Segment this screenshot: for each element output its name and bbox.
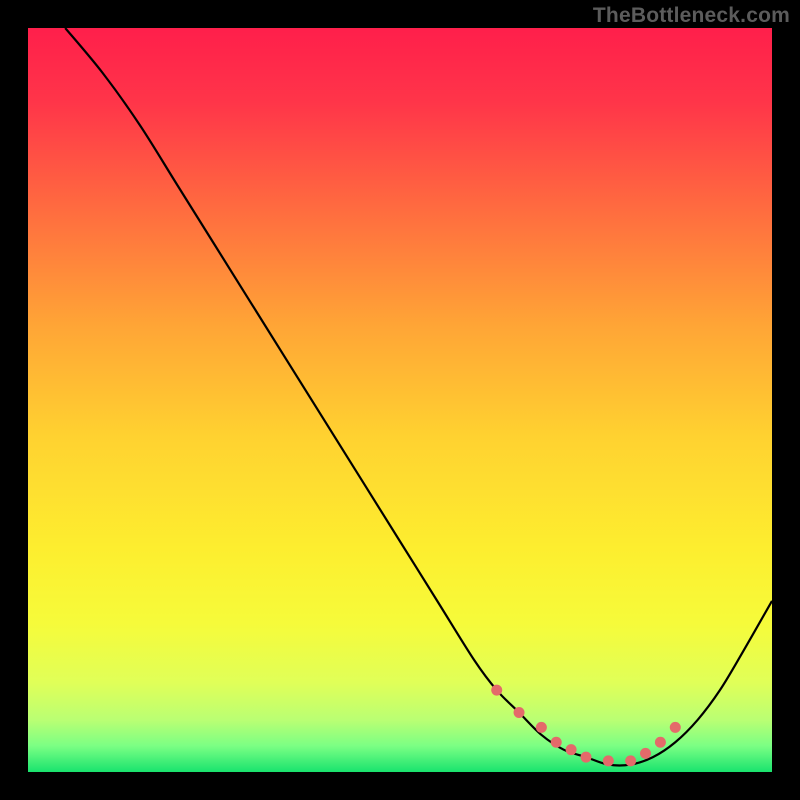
optimal-marker xyxy=(625,755,636,766)
chart-frame: TheBottleneck.com xyxy=(0,0,800,800)
optimal-marker xyxy=(551,737,562,748)
optimal-marker xyxy=(670,722,681,733)
optimal-range-markers xyxy=(491,685,681,767)
optimal-marker xyxy=(514,707,525,718)
optimal-marker xyxy=(581,752,592,763)
optimal-marker xyxy=(491,685,502,696)
optimal-marker xyxy=(566,744,577,755)
watermark-text: TheBottleneck.com xyxy=(593,4,790,28)
optimal-marker xyxy=(603,755,614,766)
curve-line xyxy=(65,28,772,765)
optimal-marker xyxy=(536,722,547,733)
bottleneck-curve xyxy=(28,28,772,772)
optimal-marker xyxy=(655,737,666,748)
optimal-marker xyxy=(640,748,651,759)
plot-area xyxy=(28,28,772,772)
